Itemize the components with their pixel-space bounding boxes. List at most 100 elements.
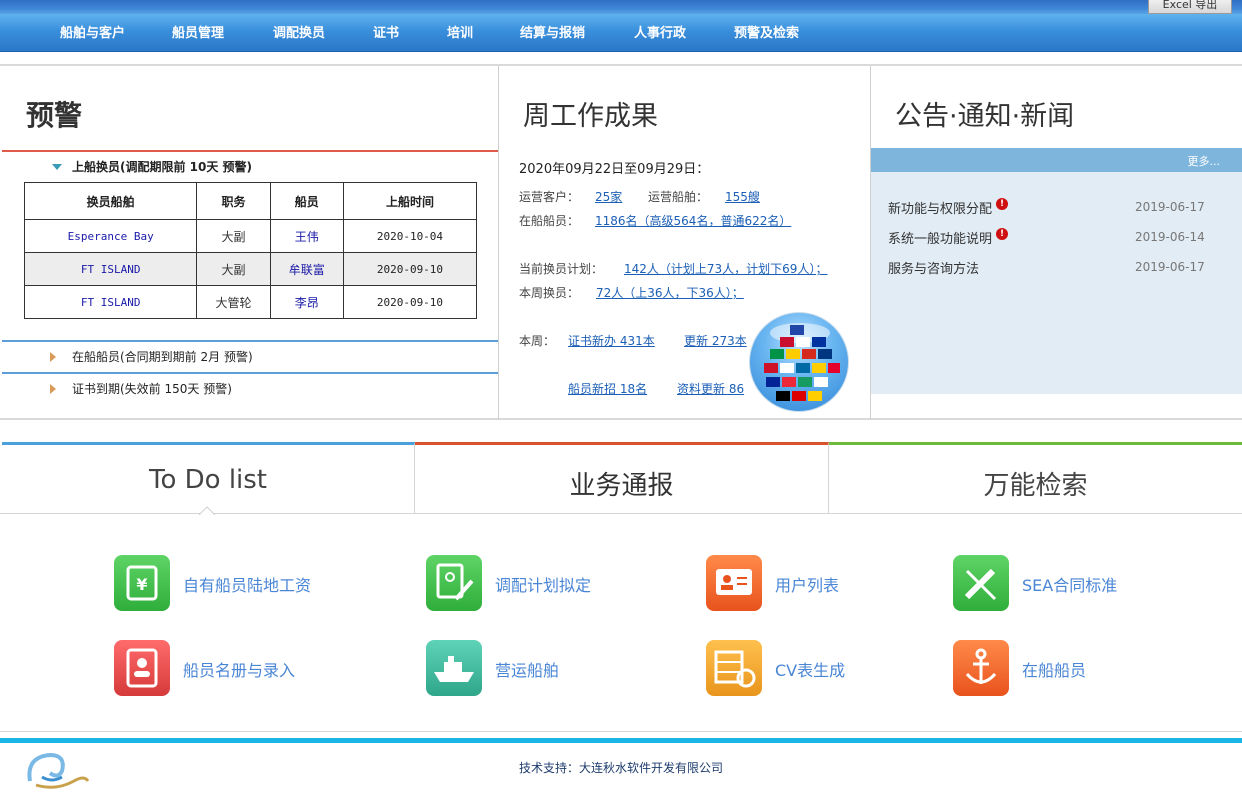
footer-bar (0, 738, 1242, 743)
onboard-label: 在船船员： (519, 214, 580, 228)
shortcut-label: 调配计划拟定 (495, 576, 592, 595)
main-nav: 船舶与客户 船员管理 调配换员 证书 培训 结算与报销 人事行政 预警及检索 (0, 14, 1242, 52)
shortcut-sea-contract[interactable]: SEA合同标准 (953, 555, 1173, 613)
roster-book-icon (114, 640, 170, 696)
nav-vessels-customers[interactable]: 船舶与客户 (60, 14, 125, 52)
news-item-title: 系统一般功能说明 (888, 232, 993, 247)
wallet-icon: ¥ (114, 555, 170, 611)
shortcut-label: 营运船舶 (495, 661, 560, 680)
cert-expiry-label: 证书到期(失效前 150天 预警) (72, 382, 232, 396)
col-crew: 船员 (269, 182, 344, 220)
crew-change-table: 换员船舶 职务 船员 上船时间 Esperance Bay 大副 王伟 2020… (23, 182, 478, 319)
data-update-link[interactable]: 资料更新 86 (677, 380, 744, 397)
col-vessel: 换员船舶 (23, 182, 198, 220)
cv-gear-icon (706, 640, 762, 696)
top-banner (0, 0, 1242, 14)
shortcut-cv-generate[interactable]: CV表生成 (706, 640, 906, 698)
nav-crew-change[interactable]: 调配换员 (273, 14, 325, 52)
shortcut-user-list[interactable]: 用户列表 (706, 555, 906, 613)
shortcut-operating-vessels[interactable]: 营运船舶 (426, 640, 666, 698)
cert-expiry-toggle[interactable]: 证书到期(失效前 150天 预警) (2, 374, 498, 404)
nav-alerts-search[interactable]: 预警及检索 (734, 14, 799, 52)
nav-training[interactable]: 培训 (447, 14, 473, 52)
crew-link[interactable]: 王伟 (269, 219, 344, 253)
plan-link[interactable]: 142人（计划上73人，计划下69人）； (624, 260, 827, 277)
onboard-change-label: 上船换员(调配期限前 10天 预警) (72, 160, 253, 174)
shortcut-land-salary[interactable]: ¥ 自有船员陆地工资 (114, 555, 374, 613)
dashboard-top: 预警 上船换员(调配期限前 10天 预警) 换员船舶 职务 船员 上船时间 Es… (0, 64, 1242, 420)
shortcut-label: 在船船员 (1022, 661, 1087, 680)
tab-business-report[interactable]: 业务通报 (415, 442, 829, 514)
ship-icon (426, 640, 482, 696)
tech-support-text: 技术支持：大连秋水软件开发有限公司 (518, 761, 723, 775)
vessel-link[interactable]: FT ISLAND (23, 285, 198, 319)
onboard-link[interactable]: 1186名（高级564名，普通622名） (595, 212, 791, 229)
this-week-label: 本周： (519, 334, 556, 348)
shortcut-onboard-crew[interactable]: 在船船员 (953, 640, 1173, 698)
news-date: 2019-06-17 (1135, 200, 1205, 214)
col-boarding-date: 上船时间 (342, 182, 478, 220)
tab-todo-list[interactable]: To Do list (2, 442, 415, 514)
news-more-link[interactable]: 更多... (1188, 153, 1221, 169)
col-position: 职务 (196, 182, 271, 220)
vessel-link[interactable]: Esperance Bay (23, 219, 198, 253)
weekly-period: 2020年09月22日至09月29日： (519, 162, 710, 177)
svg-text:¥: ¥ (136, 575, 147, 594)
cert-new-link[interactable]: 证书新办 431本 (568, 332, 655, 349)
shortcut-label: 用户列表 (775, 576, 840, 595)
news-date: 2019-06-17 (1135, 260, 1205, 274)
plan-label: 当前换员计划： (519, 262, 604, 276)
news-item-title: 服务与咨询方法 (888, 262, 980, 277)
plan-edit-icon (426, 555, 482, 611)
bottom-divider (0, 731, 1242, 732)
position-cell: 大副 (196, 219, 271, 253)
table-row: FT ISLAND 大副 牟联富 2020-09-10 (23, 252, 478, 286)
shortcut-plan-drafting[interactable]: 调配计划拟定 (426, 555, 666, 613)
news-item-title: 新功能与权限分配 (888, 202, 993, 217)
collapsed-arrow-icon (50, 352, 56, 362)
crew-new-link[interactable]: 船员新招 18名 (568, 380, 647, 397)
news-date: 2019-06-14 (1135, 230, 1205, 244)
crew-link[interactable]: 牟联富 (269, 252, 344, 286)
week-change-label: 本周换员： (519, 286, 580, 300)
week-change-link[interactable]: 72人（上36人，下36人）； (596, 284, 744, 301)
cert-update-link[interactable]: 更新 273本 (684, 332, 747, 349)
table-header: 换员船舶 职务 船员 上船时间 (23, 182, 478, 220)
news-item[interactable]: 服务与咨询方法 (888, 258, 979, 277)
date-cell: 2020-09-10 (342, 285, 478, 319)
shortcut-crew-roster[interactable]: 船员名册与录入 (114, 640, 374, 698)
vessels-label: 运营船舶： (648, 190, 709, 204)
customers-label: 运营客户： (519, 190, 580, 204)
nav-settlement[interactable]: 结算与报销 (520, 14, 585, 52)
news-item[interactable]: 新功能与权限分配! (888, 198, 1009, 217)
alert-icon: ! (996, 228, 1009, 240)
news-panel: 公告·通知·新闻 更多... 新功能与权限分配! 2019-06-17 系统一般… (871, 66, 1242, 420)
position-cell: 大副 (196, 252, 271, 286)
weekly-panel: 周工作成果 2020年09月22日至09月29日： 运营客户： 25家 运营船舶… (498, 66, 871, 420)
tab-universal-search[interactable]: 万能检索 (829, 442, 1242, 514)
expanded-arrow-icon (52, 164, 62, 170)
nav-certificates[interactable]: 证书 (373, 14, 399, 52)
warning-title: 预警 (26, 99, 83, 132)
vessel-link[interactable]: FT ISLAND (23, 252, 198, 286)
weekly-title: 周工作成果 (523, 101, 658, 132)
onboard-crew-toggle[interactable]: 在船船员(合同期到期前 2月 预警) (2, 342, 498, 372)
shortcut-label: 船员名册与录入 (183, 661, 296, 680)
vessels-link[interactable]: 155艘 (725, 188, 760, 205)
shortcut-label: 自有船员陆地工资 (183, 576, 312, 595)
customers-link[interactable]: 25家 (595, 188, 622, 205)
news-item[interactable]: 系统一般功能说明! (888, 228, 1009, 247)
position-cell: 大管轮 (196, 285, 271, 319)
news-title: 公告·通知·新闻 (895, 101, 1075, 132)
crew-link[interactable]: 李昂 (269, 285, 344, 319)
date-cell: 2020-10-04 (342, 219, 478, 253)
onboard-crew-label: 在船船员(合同期到期前 2月 预警) (72, 350, 253, 364)
table-row: FT ISLAND 大管轮 李昂 2020-09-10 (23, 285, 478, 319)
nav-hr-admin[interactable]: 人事行政 (634, 14, 686, 52)
excel-export-button[interactable]: Excel 导出 (1148, 0, 1232, 14)
collapsed-arrow-icon (50, 384, 56, 394)
nav-crew-management[interactable]: 船员管理 (172, 14, 224, 52)
user-card-icon (706, 555, 762, 611)
onboard-change-toggle[interactable]: 上船换员(调配期限前 10天 预警) (2, 152, 498, 182)
shortcut-label: CV表生成 (775, 661, 846, 680)
